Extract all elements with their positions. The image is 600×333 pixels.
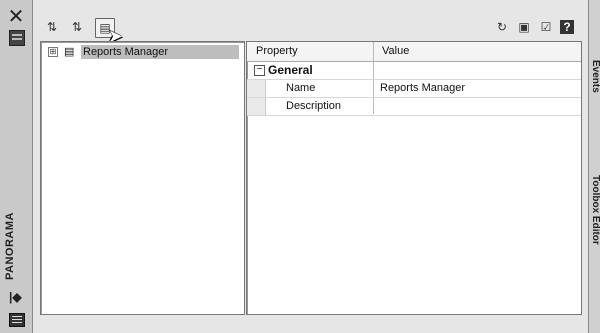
- tree-view[interactable]: ⊞ ▤ Reports Manager: [40, 41, 245, 315]
- property-grid: Property Value − General Name Reports Ma…: [246, 41, 582, 315]
- collapse-icon[interactable]: −: [254, 65, 265, 76]
- properties-icon[interactable]: [9, 313, 25, 327]
- property-key: Name: [286, 82, 316, 94]
- help-icon[interactable]: ?: [560, 20, 574, 34]
- property-row[interactable]: Description: [247, 98, 581, 116]
- tree-item-label[interactable]: Reports Manager: [81, 45, 239, 59]
- dock-toggle-icon[interactable]: |◆: [9, 290, 22, 304]
- side-tabs: Events Toolbox Editor: [588, 0, 600, 333]
- refresh-icon[interactable]: ↻: [493, 18, 511, 36]
- toolbar: ⇅ ⇅ ▤ ↻ ▣ ☑ ? ➤: [33, 0, 588, 46]
- main-panel: ⇅ ⇅ ▤ ↻ ▣ ☑ ? ➤ ⊞ ▤ Reports Manager Prop…: [33, 0, 588, 333]
- expand-icon[interactable]: ⊞: [48, 47, 58, 57]
- value-header: Value: [382, 45, 410, 57]
- grid-header: Property Value: [247, 42, 581, 62]
- sort-down-icon[interactable]: ⇅: [68, 18, 86, 36]
- row-indent: [247, 98, 266, 115]
- check-icon[interactable]: ☑: [537, 18, 555, 36]
- property-header: Property: [256, 45, 298, 57]
- palette-title: PANORAMA: [4, 212, 16, 280]
- save-icon[interactable]: ▣: [515, 18, 533, 36]
- reports-icon: ▤: [64, 46, 75, 58]
- sort-up-icon[interactable]: ⇅: [43, 18, 61, 36]
- category-row[interactable]: − General: [247, 62, 581, 80]
- category-label: General: [268, 63, 313, 77]
- close-icon[interactable]: ✕: [7, 7, 25, 27]
- tree-item[interactable]: ⊞ ▤ Reports Manager: [48, 45, 239, 59]
- tab-events[interactable]: Events: [590, 60, 600, 93]
- palette-strip: ✕ PANORAMA |◆: [0, 0, 33, 333]
- menu-icon[interactable]: [9, 30, 25, 46]
- property-value[interactable]: Reports Manager: [380, 80, 465, 97]
- property-row[interactable]: Name Reports Manager: [247, 80, 581, 98]
- row-indent: [247, 80, 266, 97]
- property-key: Description: [286, 100, 342, 112]
- tab-toolbox-editor[interactable]: Toolbox Editor: [590, 175, 600, 245]
